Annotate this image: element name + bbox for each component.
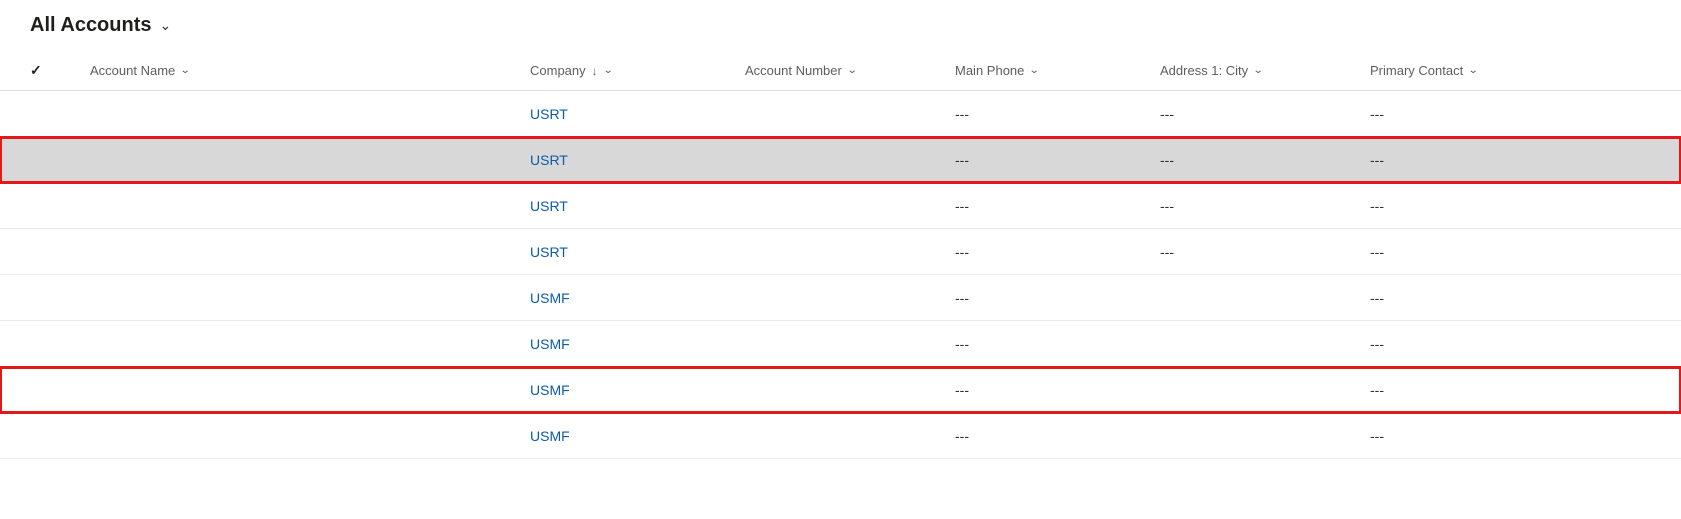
cell-text: --- bbox=[1160, 106, 1174, 122]
table-row[interactable]: USRT --- --- --- bbox=[0, 137, 1681, 183]
company-link[interactable]: USRT bbox=[530, 244, 568, 260]
table-row[interactable]: USMF --- --- bbox=[0, 413, 1681, 459]
cell-primary-contact[interactable]: --- bbox=[1358, 152, 1608, 168]
table-row[interactable]: USMF --- --- bbox=[0, 367, 1681, 413]
table-row[interactable]: USRT --- --- --- bbox=[0, 229, 1681, 275]
cell-company[interactable]: USRT bbox=[518, 152, 733, 168]
chevron-down-icon: ⌄ bbox=[847, 65, 858, 76]
cell-address-city[interactable]: --- bbox=[1148, 106, 1358, 122]
cell-main-phone[interactable]: --- bbox=[943, 428, 1148, 444]
table-row[interactable]: USMF --- --- bbox=[0, 321, 1681, 367]
cell-primary-contact[interactable]: --- bbox=[1358, 244, 1608, 260]
cell-company[interactable]: USMF bbox=[518, 336, 733, 352]
cell-primary-contact[interactable]: --- bbox=[1358, 290, 1608, 306]
table-row[interactable]: USRT --- --- --- bbox=[0, 91, 1681, 137]
cell-primary-contact[interactable]: --- bbox=[1358, 106, 1608, 122]
column-label: Address 1: City bbox=[1160, 63, 1248, 78]
table-body: USRT---------USRT---------USRT---------U… bbox=[0, 91, 1681, 459]
cell-main-phone[interactable]: --- bbox=[943, 198, 1148, 214]
cell-primary-contact[interactable]: --- bbox=[1358, 198, 1608, 214]
chevron-down-icon: ⌄ bbox=[160, 17, 172, 34]
cell-company[interactable]: USRT bbox=[518, 198, 733, 214]
cell-text: --- bbox=[1160, 244, 1174, 260]
cell-address-city[interactable]: --- bbox=[1148, 244, 1358, 260]
table-row[interactable]: USMF --- --- bbox=[0, 275, 1681, 321]
cell-text: --- bbox=[955, 382, 969, 398]
chevron-down-icon: ⌄ bbox=[1029, 65, 1040, 76]
cell-main-phone[interactable]: --- bbox=[943, 336, 1148, 352]
view-selector[interactable]: All Accounts ⌄ bbox=[0, 0, 1681, 51]
cell-primary-contact[interactable]: --- bbox=[1358, 382, 1608, 398]
cell-text: --- bbox=[1160, 198, 1174, 214]
cell-text: --- bbox=[955, 336, 969, 352]
column-header-main-phone[interactable]: Main Phone ⌄ bbox=[943, 63, 1148, 78]
column-label: Primary Contact bbox=[1370, 63, 1463, 78]
column-label: Account Name bbox=[90, 63, 175, 78]
cell-company[interactable]: USRT bbox=[518, 244, 733, 260]
cell-text: --- bbox=[1370, 428, 1384, 444]
cell-text: --- bbox=[1160, 152, 1174, 168]
cell-text: --- bbox=[955, 198, 969, 214]
company-link[interactable]: USRT bbox=[530, 106, 568, 122]
select-all-checkbox[interactable]: ✓ bbox=[30, 62, 78, 79]
cell-primary-contact[interactable]: --- bbox=[1358, 428, 1608, 444]
view-title: All Accounts bbox=[30, 14, 152, 37]
cell-text: --- bbox=[1370, 198, 1384, 214]
cell-text: --- bbox=[955, 290, 969, 306]
cell-text: --- bbox=[955, 152, 969, 168]
sort-descending-icon: ↓ bbox=[592, 64, 598, 78]
cell-main-phone[interactable]: --- bbox=[943, 244, 1148, 260]
company-link[interactable]: USRT bbox=[530, 198, 568, 214]
cell-text: --- bbox=[955, 428, 969, 444]
column-header-account-name[interactable]: Account Name ⌄ bbox=[78, 63, 518, 78]
cell-text: --- bbox=[955, 244, 969, 260]
table-row[interactable]: USRT --- --- --- bbox=[0, 183, 1681, 229]
cell-primary-contact[interactable]: --- bbox=[1358, 336, 1608, 352]
column-label: Account Number bbox=[745, 63, 842, 78]
chevron-down-icon: ⌄ bbox=[180, 65, 191, 76]
chevron-down-icon: ⌄ bbox=[602, 65, 613, 76]
cell-text: --- bbox=[1370, 290, 1384, 306]
column-header-primary-contact[interactable]: Primary Contact ⌄ bbox=[1358, 63, 1608, 78]
cell-main-phone[interactable]: --- bbox=[943, 152, 1148, 168]
cell-text: --- bbox=[955, 106, 969, 122]
cell-text: --- bbox=[1370, 152, 1384, 168]
company-link[interactable]: USMF bbox=[530, 336, 570, 352]
column-header-company[interactable]: Company ↓ ⌄ bbox=[518, 63, 733, 78]
cell-address-city[interactable]: --- bbox=[1148, 198, 1358, 214]
company-link[interactable]: USRT bbox=[530, 152, 568, 168]
table-header-row: ✓ Account Name ⌄ Company ↓ ⌄ Account Num… bbox=[0, 51, 1681, 91]
company-link[interactable]: USMF bbox=[530, 428, 570, 444]
cell-text: --- bbox=[1370, 382, 1384, 398]
cell-text: --- bbox=[1370, 106, 1384, 122]
cell-company[interactable]: USMF bbox=[518, 382, 733, 398]
accounts-table: ✓ Account Name ⌄ Company ↓ ⌄ Account Num… bbox=[0, 51, 1681, 459]
cell-text: --- bbox=[1370, 244, 1384, 260]
check-icon: ✓ bbox=[30, 62, 42, 79]
cell-company[interactable]: USRT bbox=[518, 106, 733, 122]
chevron-down-icon: ⌄ bbox=[1468, 65, 1479, 76]
column-label: Company bbox=[530, 63, 586, 78]
column-label: Main Phone bbox=[955, 63, 1024, 78]
cell-company[interactable]: USMF bbox=[518, 428, 733, 444]
column-header-account-number[interactable]: Account Number ⌄ bbox=[733, 63, 943, 78]
cell-address-city[interactable]: --- bbox=[1148, 152, 1358, 168]
cell-main-phone[interactable]: --- bbox=[943, 106, 1148, 122]
company-link[interactable]: USMF bbox=[530, 382, 570, 398]
cell-text: --- bbox=[1370, 336, 1384, 352]
chevron-down-icon: ⌄ bbox=[1253, 65, 1264, 76]
cell-company[interactable]: USMF bbox=[518, 290, 733, 306]
cell-main-phone[interactable]: --- bbox=[943, 382, 1148, 398]
column-header-address-city[interactable]: Address 1: City ⌄ bbox=[1148, 63, 1358, 78]
cell-main-phone[interactable]: --- bbox=[943, 290, 1148, 306]
company-link[interactable]: USMF bbox=[530, 290, 570, 306]
